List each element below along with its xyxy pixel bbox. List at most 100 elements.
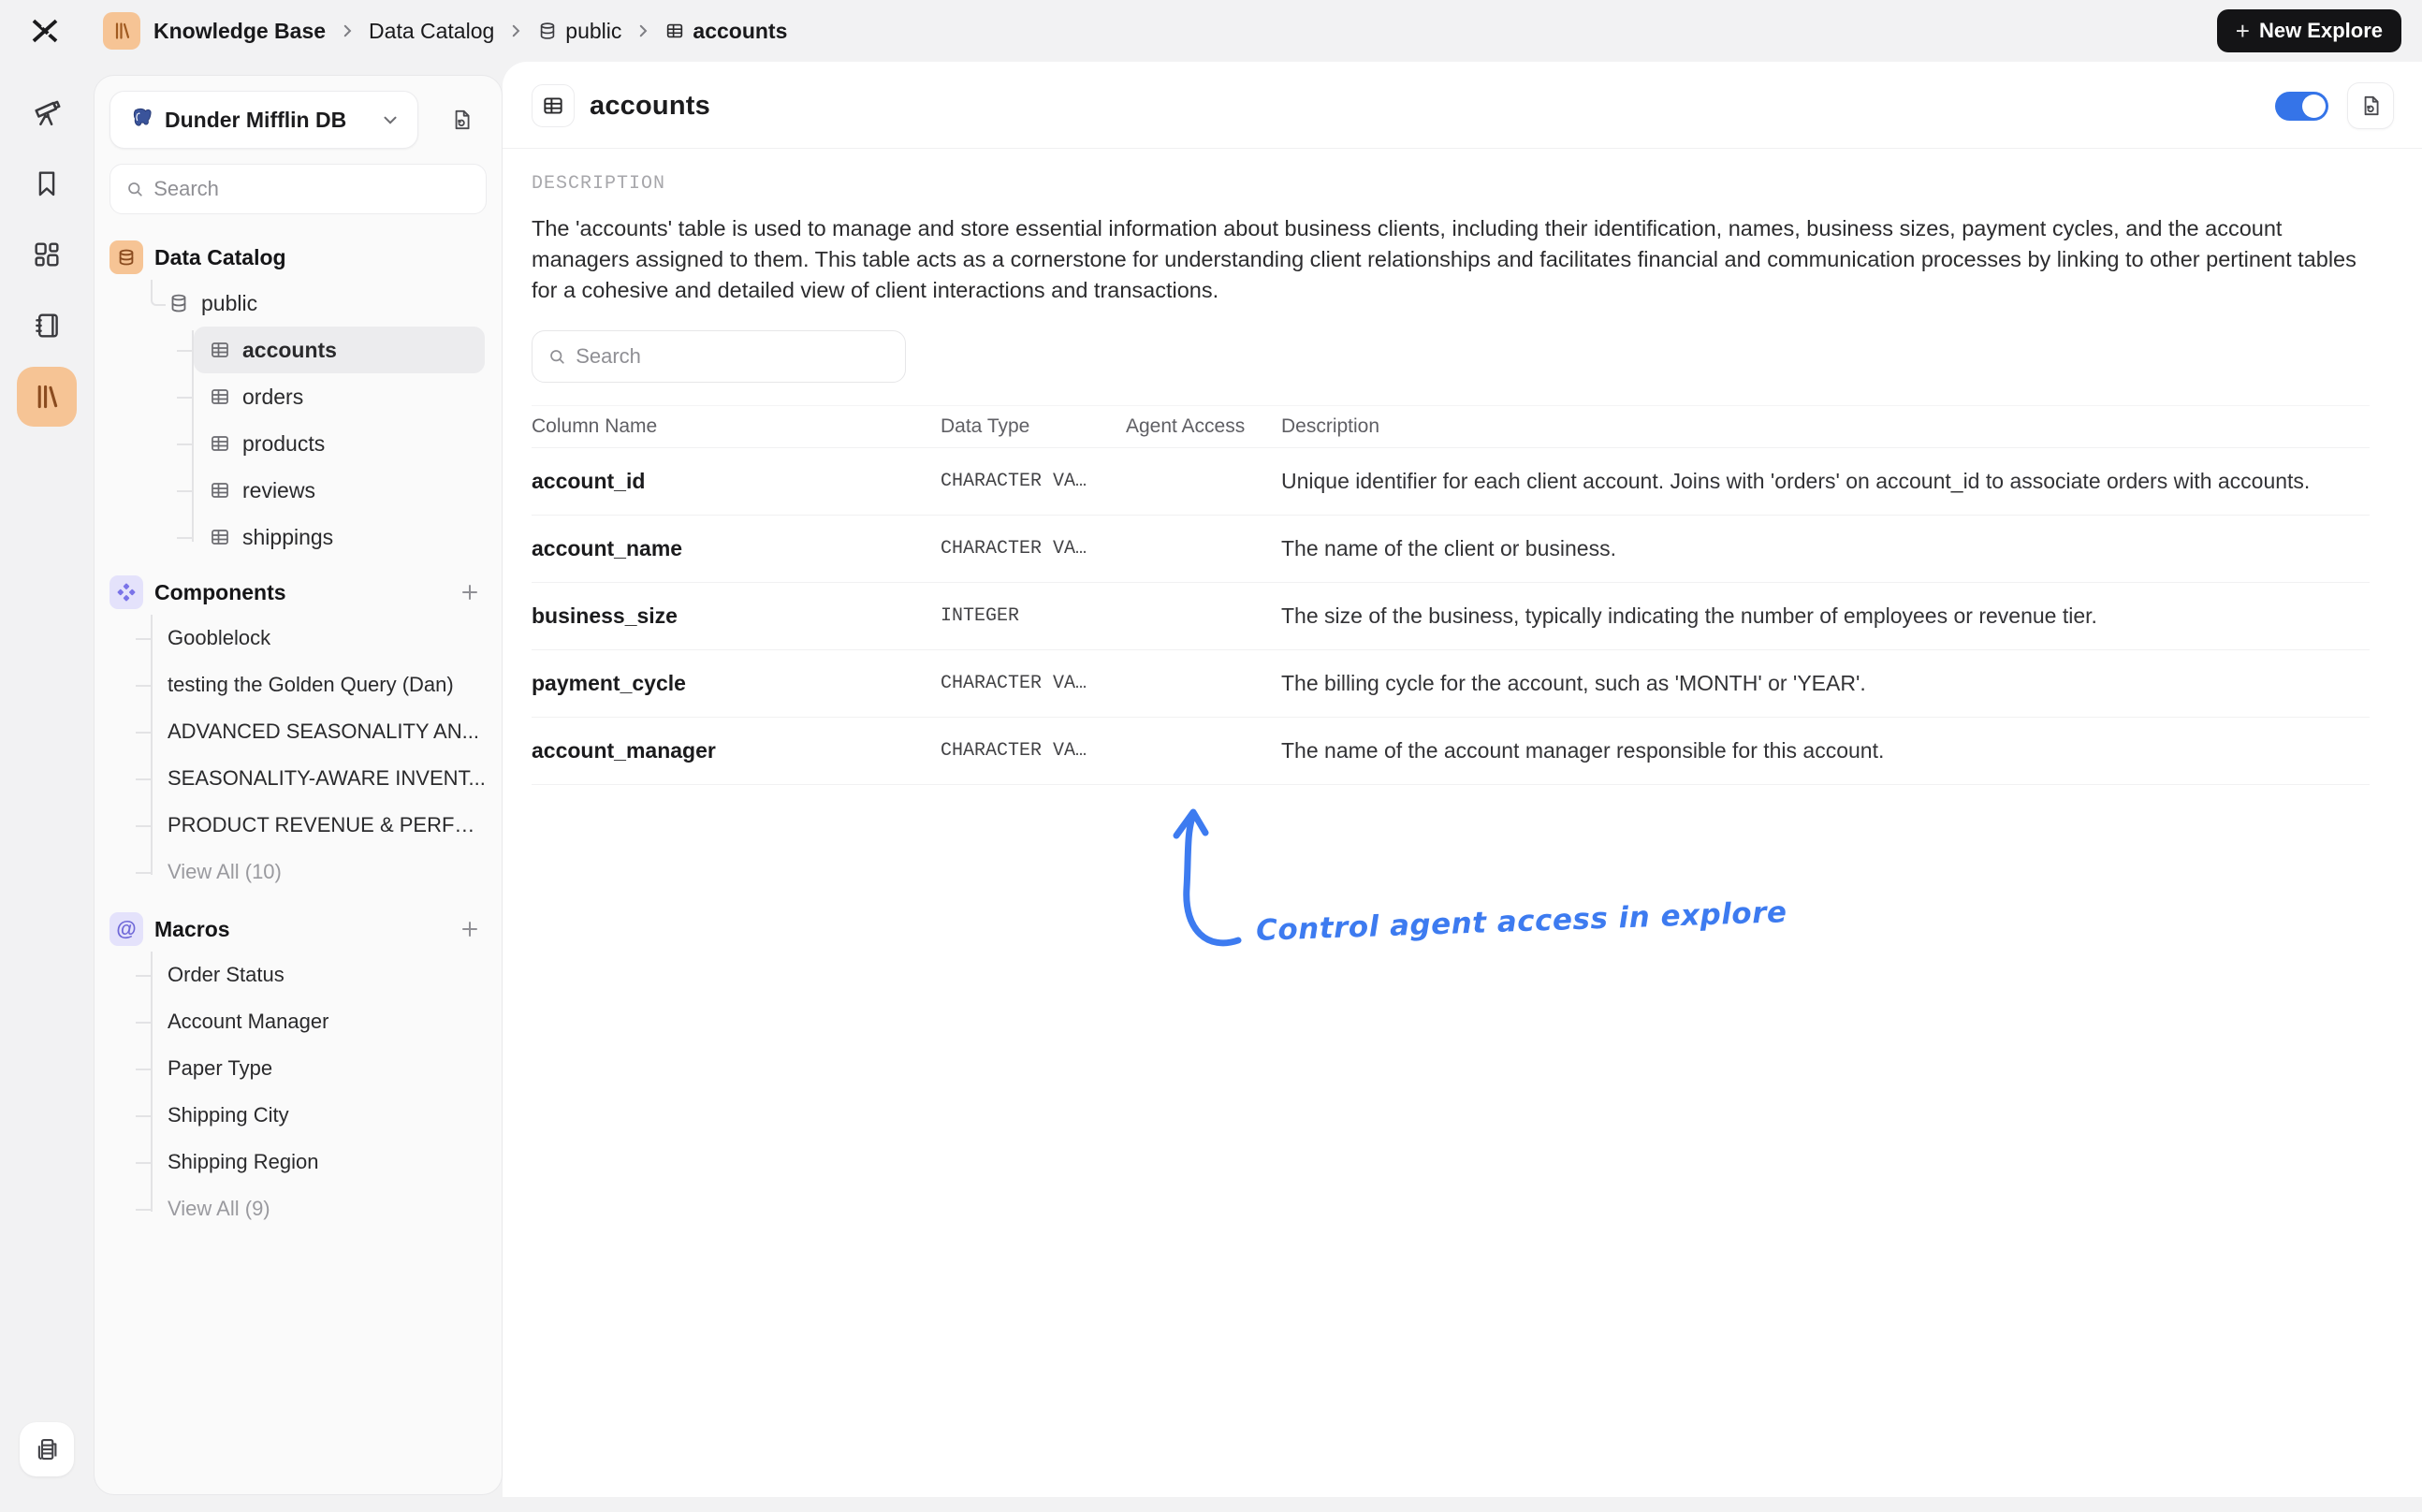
breadcrumb-public[interactable]: public <box>537 19 621 44</box>
macros-section: @ Macros Order Status Account Manager Pa… <box>109 907 487 1232</box>
chevron-right-icon <box>507 22 524 39</box>
column-data-type: INTEGER <box>941 605 1020 627</box>
sidebar-item-label: PRODUCT REVENUE & PERFOR... <box>168 813 487 836</box>
sidebar-item-label: Gooblelock <box>168 626 271 649</box>
table-agent-access-toggle[interactable] <box>2275 91 2328 121</box>
annotation-text: Control agent access in explore <box>1255 895 1788 948</box>
database-selector[interactable]: Dunder Mifflin DB <box>109 91 418 149</box>
sidebar-item-label: Account Manager <box>168 1010 329 1033</box>
table-description: The 'accounts' table is used to manage a… <box>532 216 2356 302</box>
component-item[interactable]: ADVANCED SEASONALITY AN... <box>136 708 487 755</box>
columns-table-header: Column Name Data Type Agent Access Descr… <box>532 405 2370 448</box>
breadcrumb-accounts[interactable]: accounts <box>664 19 787 44</box>
sidebar-item-label: ADVANCED SEASONALITY AN... <box>168 720 479 743</box>
component-item[interactable]: Gooblelock <box>136 615 487 662</box>
catalog-tree: Data Catalog public accounts orders prod… <box>109 235 487 560</box>
add-component-button[interactable] <box>459 581 481 603</box>
sidebar-item-label: shippings <box>242 524 334 549</box>
breadcrumb-label: Knowledge Base <box>153 18 327 43</box>
database-icon <box>171 294 186 313</box>
search-icon <box>550 350 564 364</box>
sidebar-item-label: accounts <box>242 337 337 362</box>
library-icon[interactable] <box>17 367 77 427</box>
dashboard-icon[interactable] <box>17 225 77 284</box>
column-description: The billing cycle for the account, such … <box>1281 671 1866 695</box>
columns-table: Column Name Data Type Agent Access Descr… <box>532 405 2370 785</box>
knowledge-base-icon[interactable] <box>103 12 140 50</box>
sidebar-item-label: public <box>201 290 258 315</box>
table-row: payment_cycle CHARACTER VA… The billing … <box>532 650 2370 718</box>
macro-item[interactable]: Account Manager <box>136 998 487 1045</box>
sidebar-item-macros[interactable]: @ Macros <box>109 907 487 952</box>
sidebar-item-label: SEASONALITY-AWARE INVENT... <box>168 766 486 790</box>
app-logo-icon[interactable] <box>26 12 64 50</box>
telescope-icon[interactable] <box>17 82 77 142</box>
component-item[interactable]: testing the Golden Query (Dan) <box>136 662 487 708</box>
sidebar-item-label: View All (9) <box>168 1197 270 1220</box>
sidebar-table-item[interactable]: orders <box>177 373 485 420</box>
macro-item[interactable]: Order Status <box>136 952 487 998</box>
column-data-type: CHARACTER VA… <box>941 471 1087 492</box>
macros-view-all[interactable]: View All (9) <box>136 1185 487 1232</box>
notebook-icon[interactable] <box>17 296 77 356</box>
sidebar-item-label: Paper Type <box>168 1056 273 1080</box>
sidebar-item-label: Macros <box>154 916 230 941</box>
sidebar-item-schema-public[interactable]: public <box>168 280 487 327</box>
breadcrumb-data-catalog[interactable]: Data Catalog <box>369 19 494 44</box>
table-icon <box>212 342 228 357</box>
sidebar-table-item[interactable]: reviews <box>177 467 485 514</box>
table-row: account_manager CHARACTER VA… The name o… <box>532 718 2370 785</box>
column-data-type: CHARACTER VA… <box>941 538 1087 560</box>
table-icon <box>212 530 228 545</box>
icon-rail <box>0 62 94 1512</box>
sidebar-item-data-catalog[interactable]: Data Catalog <box>109 235 487 280</box>
sidebar-item-label: View All (10) <box>168 860 282 883</box>
macros-icon: @ <box>109 912 143 946</box>
breadcrumb-label: public <box>565 18 622 43</box>
sync-file-icon <box>455 109 470 130</box>
sidebar-item-label: Shipping Region <box>168 1150 319 1173</box>
sidebar-item-label: products <box>242 430 326 456</box>
database-icon <box>541 22 555 39</box>
macro-item[interactable]: Paper Type <box>136 1045 487 1092</box>
column-name: account_name <box>532 536 683 560</box>
columns-search[interactable] <box>532 330 906 383</box>
data-catalog-icon <box>109 240 143 274</box>
main-panel: accounts DESCRIPTION The 'accounts' tabl… <box>503 62 2422 1497</box>
import-schema-button[interactable] <box>437 95 486 144</box>
macro-item[interactable]: Shipping Region <box>136 1139 487 1185</box>
new-explore-button[interactable]: + New Explore <box>2216 9 2401 52</box>
column-description: The name of the client or business. <box>1281 536 1616 560</box>
column-description: The size of the business, typically indi… <box>1281 603 2097 628</box>
sidebar-item-label: orders <box>242 384 304 409</box>
add-macro-button[interactable] <box>459 918 481 940</box>
breadcrumb-label: accounts <box>693 18 788 43</box>
printer-icon[interactable] <box>20 1422 74 1476</box>
sidebar-item-components[interactable]: Components <box>109 570 487 615</box>
sidebar-table-item[interactable]: products <box>177 420 485 467</box>
table-row: account_name CHARACTER VA… The name of t… <box>532 516 2370 583</box>
chevron-right-icon <box>339 22 356 39</box>
new-explore-label: New Explore <box>2258 19 2383 42</box>
table-icon <box>212 436 228 451</box>
refresh-schema-button[interactable] <box>2347 82 2394 129</box>
components-section: Components Gooblelock testing the Golden… <box>109 570 487 895</box>
chevron-down-icon <box>384 116 397 124</box>
component-item[interactable]: SEASONALITY-AWARE INVENT... <box>136 755 487 802</box>
component-item[interactable]: PRODUCT REVENUE & PERFOR... <box>136 802 487 849</box>
macro-item[interactable]: Shipping City <box>136 1092 487 1139</box>
tree-connector <box>151 280 166 306</box>
sidebar-search[interactable] <box>109 164 487 214</box>
columns-search-input[interactable] <box>576 344 890 369</box>
table-row: account_id CHARACTER VA… Unique identifi… <box>532 448 2370 516</box>
sidebar-item-label: reviews <box>242 477 315 502</box>
components-view-all[interactable]: View All (10) <box>136 849 487 895</box>
bookmark-icon[interactable] <box>17 153 77 213</box>
sidebar-table-item[interactable]: shippings <box>177 514 485 560</box>
table-icon <box>212 389 228 404</box>
column-header: Data Type <box>941 415 1030 437</box>
sidebar-search-input[interactable] <box>153 177 471 201</box>
breadcrumb-knowledge-base[interactable]: Knowledge Base <box>153 19 326 44</box>
sidebar-item-label: Data Catalog <box>154 244 286 269</box>
sidebar-table-item[interactable]: accounts <box>177 327 485 373</box>
